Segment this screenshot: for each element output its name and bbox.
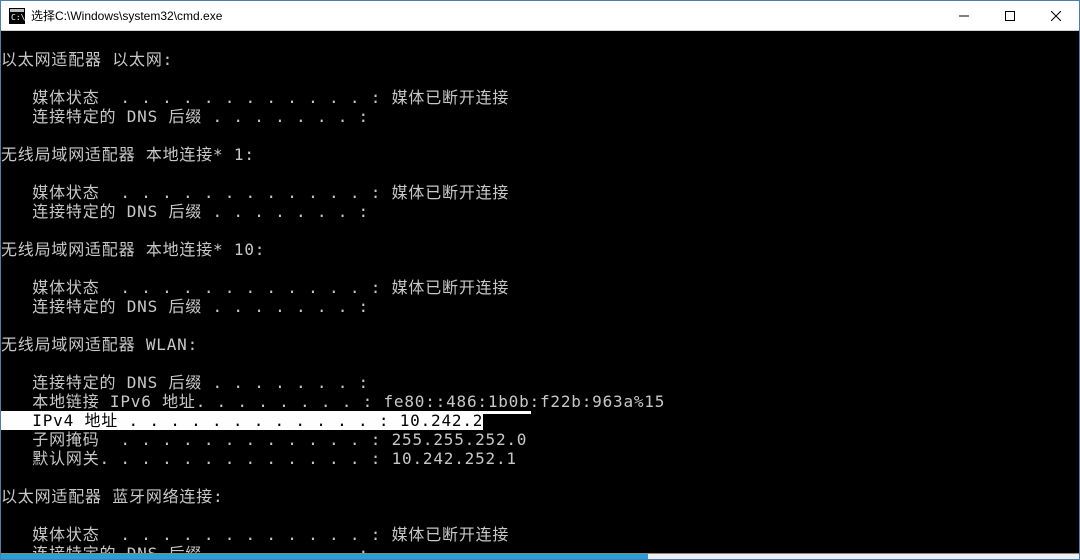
adapter-header: 无线局域网适配器 WLAN: [1,335,1079,354]
blank-line [1,221,1079,240]
terminal-output[interactable]: 以太网适配器 以太网: 媒体状态 . . . . . . . . . . . .… [1,31,1079,553]
svg-text:C:\: C:\ [11,13,25,22]
window-title: 选择C:\Windows\system32\cmd.exe [31,7,941,24]
command-prompt-window: C:\ 选择C:\Windows\system32\cmd.exe 以太网适配器… [0,0,1080,560]
blank-line [1,126,1079,145]
adapter-property-line: 连接特定的 DNS 后缀 . . . . . . . : [1,297,1079,316]
adapter-property-line: 连接特定的 DNS 后缀 . . . . . . . : [1,107,1079,126]
cmd-icon: C:\ [9,8,25,24]
blank-line [1,468,1079,487]
adapter-header: 无线局域网适配器 本地连接* 10: [1,240,1079,259]
adapter-property-line: 媒体状态 . . . . . . . . . . . . : 媒体已断开连接 [1,525,1079,544]
adapter-property-line: 连接特定的 DNS 后缀 . . . . . . . : [1,544,1079,553]
blank-line [1,259,1079,278]
adapter-property-line: 媒体状态 . . . . . . . . . . . . : 媒体已断开连接 [1,183,1079,202]
adapter-property-line: 媒体状态 . . . . . . . . . . . . : 媒体已断开连接 [1,88,1079,107]
blank-line [1,316,1079,335]
close-button[interactable] [1033,1,1079,30]
titlebar[interactable]: C:\ 选择C:\Windows\system32\cmd.exe [1,1,1079,31]
adapter-property-line: 本地链接 IPv6 地址. . . . . . . . : fe80::486:… [1,392,1079,411]
adapter-header: 以太网适配器 蓝牙网络连接: [1,487,1079,506]
ipv4-address-line: IPv4 地址 . . . . . . . . . . . . : 10.242… [1,411,1079,430]
maximize-button[interactable] [987,1,1033,30]
adapter-property-line: 连接特定的 DNS 后缀 . . . . . . . : [1,202,1079,221]
adapter-header: 无线局域网适配器 本地连接* 1: [1,145,1079,164]
minimize-button[interactable] [941,1,987,30]
blank-line [1,31,1079,50]
adapter-property-line: 连接特定的 DNS 后缀 . . . . . . . : [1,373,1079,392]
adapter-property-line: 默认网关. . . . . . . . . . . . . : 10.242.2… [1,449,1079,468]
window-controls [941,1,1079,30]
adapter-property-line: 媒体状态 . . . . . . . . . . . . : 媒体已断开连接 [1,278,1079,297]
blank-line [1,69,1079,88]
taskbar-sliver [1,553,1079,559]
blank-line [1,164,1079,183]
adapter-property-line: 子网掩码 . . . . . . . . . . . . : 255.255.2… [1,430,1079,449]
blank-line [1,354,1079,373]
adapter-header: 以太网适配器 以太网: [1,50,1079,69]
blank-line [1,506,1079,525]
